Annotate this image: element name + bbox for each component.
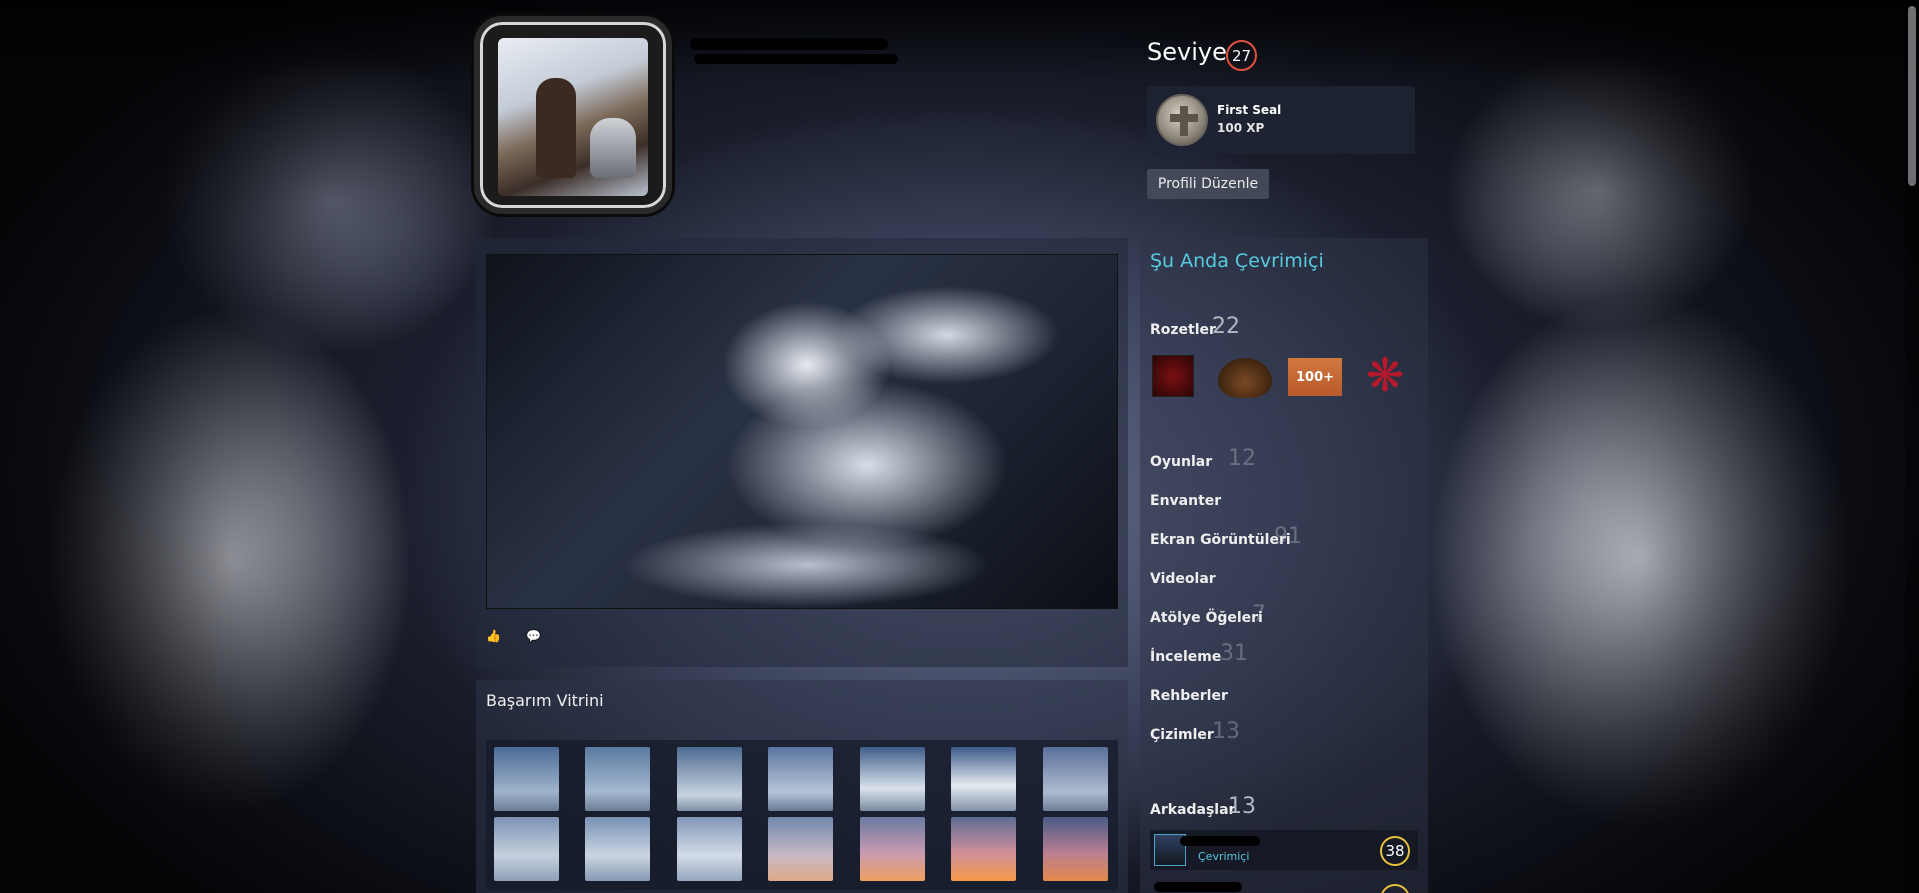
first-seal-badge-icon	[1156, 94, 1208, 146]
profile-avatar[interactable]	[474, 16, 672, 214]
profile-name-redacted	[690, 38, 888, 50]
achievement-tile[interactable]	[860, 817, 925, 881]
badge-gear-icon[interactable]	[1152, 355, 1194, 397]
achievement-tile[interactable]	[494, 817, 559, 881]
screenshots-count: 91	[1274, 524, 1302, 549]
achievement-showcase-title: Başarım Vitrini	[486, 691, 604, 710]
reviews-count: 31	[1220, 641, 1248, 666]
workshop-count: 7	[1252, 602, 1266, 627]
achievement-tile[interactable]	[677, 817, 742, 881]
avatar-image	[498, 38, 648, 196]
profile-realname-redacted	[694, 54, 898, 64]
achievement-tile[interactable]	[860, 747, 925, 811]
sidebar-item-reviews[interactable]: İnceleme	[1150, 649, 1221, 665]
badges-count: 22	[1212, 314, 1240, 339]
sidebar-item-label: Videolar	[1150, 571, 1216, 587]
achievement-grid	[486, 740, 1118, 890]
scrollbar-thumb[interactable]	[1908, 6, 1916, 186]
friends-link[interactable]: Arkadaşlar	[1150, 802, 1235, 818]
profile-sidebar: Şu Anda Çevrimiçi Rozetler 22 100+ ❋ Oyu…	[1140, 238, 1428, 893]
friends-count: 13	[1228, 794, 1256, 819]
achievement-tile[interactable]	[951, 747, 1016, 811]
achievement-tile[interactable]	[951, 817, 1016, 881]
friends-label: Arkadaşlar	[1150, 802, 1236, 818]
badges-label: Rozetler	[1150, 322, 1216, 338]
online-status: Şu Anda Çevrimiçi	[1150, 250, 1324, 272]
achievement-tile[interactable]	[585, 747, 650, 811]
sidebar-item-guides[interactable]: Rehberler	[1150, 688, 1228, 704]
friend-name-redacted	[1154, 882, 1242, 892]
achievement-tile-lighthouse[interactable]	[1043, 817, 1108, 881]
friend-level-badge	[1380, 884, 1410, 893]
sidebar-item-label: Ekran Görüntüleri	[1150, 532, 1291, 548]
featured-badge-xp: 100 XP	[1217, 121, 1265, 135]
badge-100-plus-icon[interactable]: 100+	[1288, 358, 1342, 396]
sidebar-item-label: Rehberler	[1150, 688, 1228, 704]
achievement-showcase: Başarım Vitrini	[476, 680, 1128, 893]
sidebar-item-videos[interactable]: Videolar	[1150, 571, 1216, 587]
games-count: 12	[1228, 446, 1256, 471]
page-scrollbar[interactable]	[1905, 0, 1919, 893]
sidebar-item-artwork[interactable]: Çizimler	[1150, 727, 1214, 743]
artwork-showcase: 👍 💬	[476, 238, 1128, 667]
cowboy-hat-icon[interactable]	[1218, 358, 1272, 398]
sidebar-item-label: Çizimler	[1150, 727, 1214, 743]
friend-status: Çevrimiçi	[1198, 850, 1250, 863]
friend-level-badge: 38	[1380, 836, 1410, 866]
avatar-wolf-figure	[590, 118, 636, 178]
achievement-tile[interactable]	[768, 817, 833, 881]
featured-badge-name: First Seal	[1217, 103, 1282, 117]
level-badge[interactable]: 27	[1226, 40, 1257, 71]
artwork-count: 13	[1212, 719, 1240, 744]
sidebar-item-label: Atölye Öğeleri	[1150, 610, 1263, 626]
sidebar-item-games[interactable]: Oyunlar	[1150, 454, 1212, 470]
friend-name-redacted	[1180, 836, 1260, 846]
thumbs-up-icon[interactable]: 👍	[486, 630, 501, 642]
avatar-man-figure	[536, 78, 576, 178]
top-shade	[0, 0, 1919, 80]
sidebar-item-workshop[interactable]: Atölye Öğeleri	[1150, 610, 1263, 626]
achievement-tile[interactable]	[494, 747, 559, 811]
achievement-tile[interactable]	[677, 747, 742, 811]
reaction-row: 👍 💬	[486, 630, 541, 642]
friend-list-item[interactable]: Çevrimiçi 38	[1150, 830, 1418, 870]
featured-badge-card[interactable]: First Seal 100 XP	[1147, 86, 1415, 154]
achievement-tile[interactable]	[585, 817, 650, 881]
badges-link[interactable]: Rozetler	[1150, 322, 1216, 338]
achievement-tile[interactable]	[768, 747, 833, 811]
artwork-image[interactable]	[486, 254, 1118, 609]
sidebar-item-label: Envanter	[1150, 493, 1222, 509]
achievement-tile[interactable]	[1043, 747, 1108, 811]
red-emblem-icon[interactable]: ❋	[1358, 348, 1412, 402]
comment-icon[interactable]: 💬	[526, 630, 541, 642]
level-label: Seviye	[1147, 38, 1227, 66]
sidebar-item-label: Oyunlar	[1150, 454, 1213, 470]
sidebar-item-label: İnceleme	[1150, 649, 1222, 665]
sidebar-item-screenshots[interactable]: Ekran Görüntüleri	[1150, 532, 1291, 548]
edit-profile-button[interactable]: Profili Düzenle	[1147, 169, 1269, 199]
sidebar-item-inventory[interactable]: Envanter	[1150, 493, 1221, 509]
